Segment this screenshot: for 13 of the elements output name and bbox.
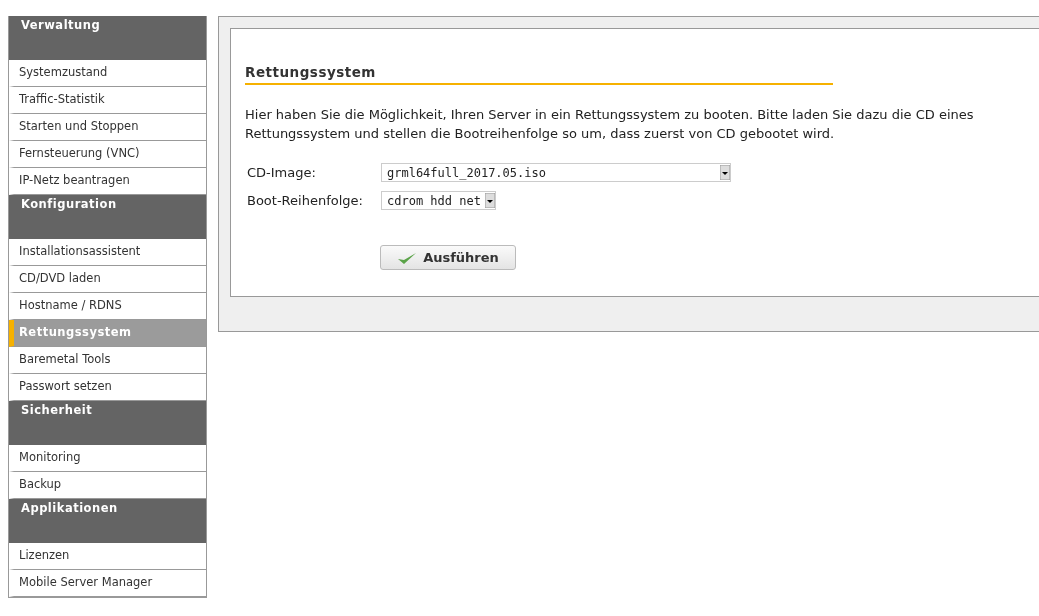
sidebar-section-header: Sicherheit [9,401,206,445]
dropdown-arrow-icon [484,193,495,208]
run-button[interactable]: Ausführen [380,245,516,270]
dropdown-field[interactable]: grml64full_2017.05.iso [381,163,731,182]
field-label: Boot-Reihenfolge: [246,193,364,208]
sidebar-section-header: Applikationen [9,499,206,543]
description-text: Hier haben Sie die Möglichkeit, Ihren Server in ein Rettungssystem zu booten. Bitte laden Sie dazu die CD eines Rettungssystem und stellen die Bootreihenfolge so um, dass zuerst von CD gebootet wird. [245,106,975,143]
dropdown-arrow-icon [720,165,730,180]
sidebar-section-header: Konfiguration [9,195,206,239]
field-label: CD-Image: [246,165,317,180]
sidebar-section-header: Verwaltung [9,16,206,60]
section-heading: Rettungssystem [245,64,833,85]
dropdown-field[interactable]: cdrom hdd net [381,191,496,210]
